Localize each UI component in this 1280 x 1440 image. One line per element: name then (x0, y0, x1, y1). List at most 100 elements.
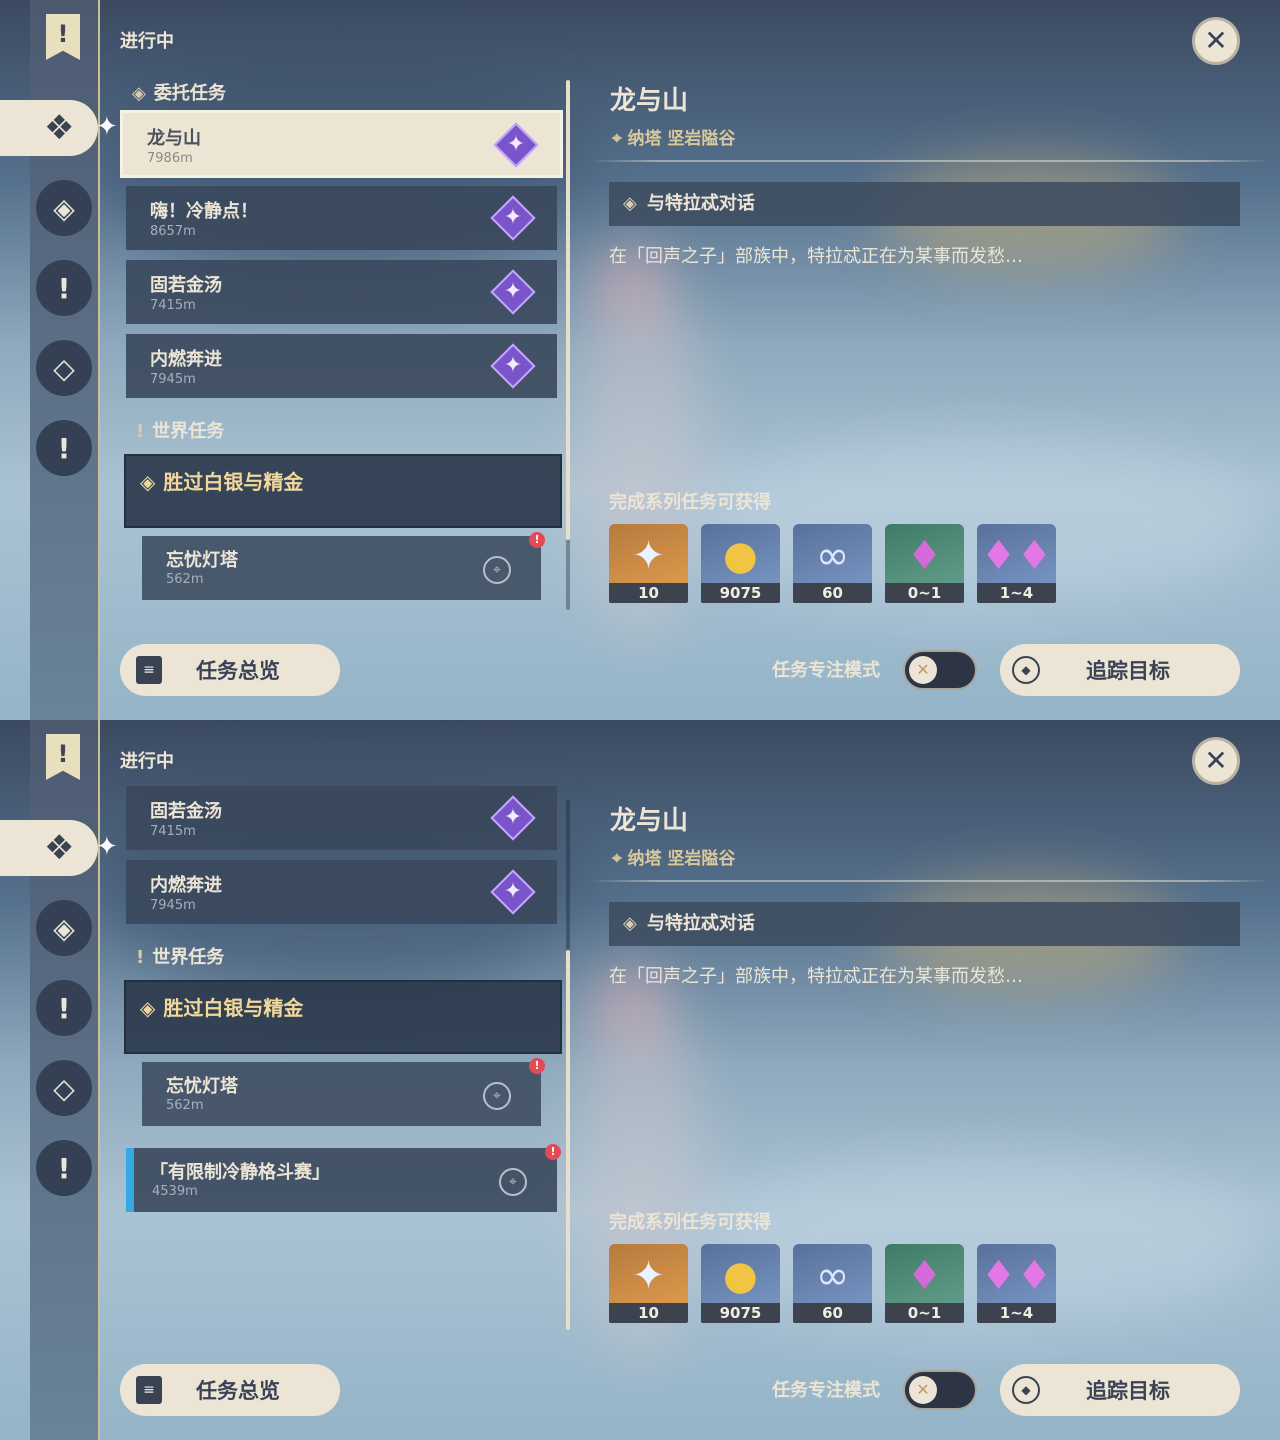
quest-card[interactable]: 嗨！冷静点！ 8657m ✦ (126, 186, 557, 250)
section-title: 进行中 (120, 751, 174, 772)
focus-mode-toggle[interactable]: ✕ (903, 1370, 977, 1410)
track-target-button[interactable]: ◆ 追踪目标 (1000, 1364, 1240, 1416)
tracked-quest-item[interactable]: 「有限制冷静格斗赛」 4539m ⌖ (126, 1148, 557, 1212)
objective-bar: ◈ 与特拉忒对话 (609, 182, 1240, 226)
alert-badge: ! (529, 1058, 545, 1074)
detail-location: ⌖ 纳塔 坚岩隘谷 (612, 129, 736, 149)
primogem-icon: ✦ (631, 1253, 666, 1299)
detail-location: ⌖ 纳塔 坚岩隘谷 (612, 849, 736, 869)
sidebar-item-commission[interactable]: ❖ ✦ (0, 100, 118, 156)
exclamation-icon: ! (57, 1151, 71, 1185)
quest-card[interactable]: 固若金汤 7415m ✦ (126, 786, 557, 850)
sidebar-item-world[interactable]: ! (36, 980, 92, 1036)
world-quest-item[interactable]: 忘忧灯塔 562m ⌖ (142, 536, 541, 600)
alert-badge: ! (545, 1144, 561, 1160)
reward-mora[interactable]: ● 9075 (701, 1244, 780, 1323)
companionship-exp-icon: ∞ (815, 533, 850, 579)
quest-description: 在「回声之子」部族中，特拉忒正在为某事而发愁… (609, 966, 1023, 987)
scrollbar-thumb[interactable] (566, 80, 570, 540)
close-icon: ✕ (1204, 24, 1228, 57)
reward-crystal-cluster[interactable]: ♦♦ 1~4 (977, 524, 1056, 603)
quest-diamond-icon: ◈ (140, 996, 156, 1020)
location-pin-icon[interactable]: ⌖ (499, 1168, 527, 1196)
reward-crystal[interactable]: ♦ 0~1 (885, 1244, 964, 1323)
quest-overview-button[interactable]: ≡ 任务总览 (120, 1364, 340, 1416)
world-quest-icon: ! (57, 991, 71, 1025)
quest-title: 忘忧灯塔 (166, 1076, 238, 1097)
sidebar-item-archon[interactable]: ◈ (36, 180, 92, 236)
location-pin-icon[interactable]: ⌖ (483, 1082, 511, 1110)
location-pin-icon[interactable]: ⌖ (483, 556, 511, 584)
quest-title: 固若金汤 (150, 275, 222, 296)
quest-distance: 7945m (150, 372, 196, 387)
close-button[interactable]: ✕ (1192, 737, 1240, 785)
mora-icon: ● (723, 1253, 758, 1299)
quest-card[interactable]: 固若金汤 7415m ✦ (126, 260, 557, 324)
scrollbar-thumb[interactable] (566, 950, 570, 1330)
close-button[interactable]: ✕ (1192, 17, 1240, 65)
reward-companionship[interactable]: ∞ 60 (793, 524, 872, 603)
story-quest-icon: ◇ (53, 1071, 75, 1105)
world-quest-header: ! 世界任务 (136, 421, 225, 442)
reward-companionship[interactable]: ∞ 60 (793, 1244, 872, 1323)
quest-card-selected[interactable]: 龙与山 7986m ✦ (120, 110, 563, 178)
map-pin-icon: ⌖ (612, 129, 628, 149)
quest-overview-button[interactable]: ≡ 任务总览 (120, 644, 340, 696)
world-quest-header: ! 世界任务 (136, 947, 225, 968)
crystal-icon: ♦ (906, 1253, 943, 1299)
track-target-button[interactable]: ◆ 追踪目标 (1000, 644, 1240, 696)
list-scrollbar[interactable] (566, 80, 570, 610)
objective-bar: ◈ 与特拉忒对话 (609, 902, 1240, 946)
focus-mode-label: 任务专注模式 (772, 1380, 880, 1401)
reward-header: 完成系列任务可获得 (609, 1212, 771, 1233)
list-scrollbar[interactable] (566, 800, 570, 1330)
detail-divider (590, 880, 1270, 882)
quest-description: 在「回声之子」部族中，特拉忒正在为某事而发愁… (609, 246, 1023, 267)
quest-title: 嗨！冷静点！ (150, 201, 258, 222)
primogem-icon: ✦ (631, 533, 666, 579)
quest-diamond-icon: ◈ (140, 470, 156, 494)
archon-quest-icon: ◈ (53, 191, 75, 225)
world-small-icon: ! (136, 947, 145, 968)
detail-divider (590, 160, 1270, 162)
reward-primogem[interactable]: ✦ 10 (609, 1244, 688, 1323)
track-diamond-icon: ◆ (1012, 1376, 1040, 1404)
focus-mode-toggle[interactable]: ✕ (903, 650, 977, 690)
sidebar-item-story[interactable]: ◇ (36, 340, 92, 396)
track-diamond-icon: ◆ (1012, 656, 1040, 684)
story-quest-icon: ◇ (53, 351, 75, 385)
quest-distance: 7945m (150, 898, 196, 913)
sidebar-item-other[interactable]: ! (36, 420, 92, 476)
sidebar-item-other[interactable]: ! (36, 1140, 92, 1196)
quest-screen-top: ! ❖ ✦ ◈ ! ◇ ! 进行中 ◈ 委托任务 龙与山 7986m ✦ 嗨！冷静… (0, 0, 1280, 720)
objective-diamond-icon: ◈ (623, 913, 637, 934)
book-icon: ≡ (136, 656, 162, 684)
toggle-off-icon: ✕ (909, 1376, 937, 1404)
world-quest-group[interactable]: ◈ 胜过白银与精金 (124, 454, 562, 528)
sidebar-item-story[interactable]: ◇ (36, 1060, 92, 1116)
quest-distance: 7415m (150, 298, 196, 313)
commission-icon: ❖ (44, 828, 75, 868)
quest-distance: 562m (166, 572, 204, 587)
reward-crystal-cluster[interactable]: ♦♦ 1~4 (977, 1244, 1056, 1323)
map-pin-icon: ⌖ (612, 849, 628, 869)
world-quest-group[interactable]: ◈ 胜过白银与精金 (124, 980, 562, 1054)
world-small-icon: ! (136, 421, 145, 442)
world-group-title: 胜过白银与精金 (163, 470, 304, 494)
quest-card[interactable]: 内燃奔进 7945m ✦ (126, 334, 557, 398)
world-quest-item[interactable]: 忘忧灯塔 562m ⌖ (142, 1062, 541, 1126)
book-icon: ≡ (136, 1376, 162, 1404)
companionship-exp-icon: ∞ (815, 1253, 850, 1299)
focus-mode-label: 任务专注模式 (772, 660, 880, 681)
quest-card[interactable]: 内燃奔进 7945m ✦ (126, 860, 557, 924)
reward-mora[interactable]: ● 9075 (701, 524, 780, 603)
reward-primogem[interactable]: ✦ 10 (609, 524, 688, 603)
commission-small-icon: ◈ (132, 83, 146, 104)
quest-distance: 7415m (150, 824, 196, 839)
quest-distance: 4539m (152, 1184, 198, 1199)
sidebar-item-archon[interactable]: ◈ (36, 900, 92, 956)
sidebar-item-commission[interactable]: ❖ ✦ (0, 820, 118, 876)
sidebar-item-world[interactable]: ! (36, 260, 92, 316)
commission-star-icon: ✦ (493, 798, 533, 838)
reward-crystal[interactable]: ♦ 0~1 (885, 524, 964, 603)
